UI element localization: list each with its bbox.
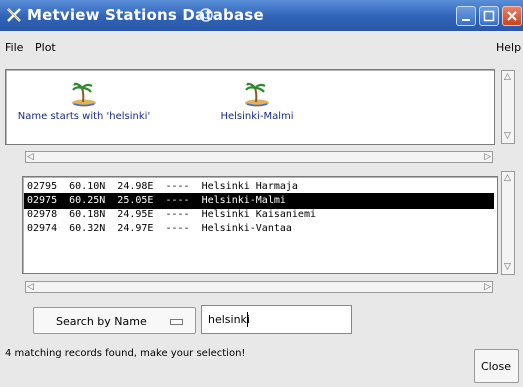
svg-text:~ ~: ~ ~ [245,83,255,89]
scroll-up-icon[interactable]: △ [504,174,511,183]
menu-help[interactable]: Help [496,41,521,54]
text-cursor [247,312,248,327]
swirl-icon [199,8,213,22]
station-row[interactable]: 02978 60.18N 24.95E ---- Helsinki Kaisan… [25,208,493,222]
minimize-icon [462,19,470,21]
menu-plot[interactable]: Plot [35,41,56,54]
scroll-up-icon[interactable]: △ [504,73,511,82]
svg-text:~ ~: ~ ~ [72,83,82,89]
search-mode-dropdown[interactable]: Search by Name [33,307,196,334]
scroll-down-icon[interactable]: ▽ [504,132,511,141]
station-icon-item[interactable]: ~ ~ Helsinki-Malmi [212,80,302,122]
menu-file[interactable]: File [5,41,23,54]
maximize-icon [483,10,495,22]
scroll-down-icon[interactable]: ▽ [504,263,511,272]
station-list-vscroll[interactable]: △ ▽ [501,171,515,275]
scroll-left-icon[interactable]: ◁ [27,283,34,292]
station-list-hscroll[interactable]: ◁ ▷ [25,281,493,293]
close-button[interactable]: Close [474,349,519,383]
scroll-right-icon[interactable]: ▷ [484,283,491,292]
close-icon [507,11,517,21]
station-row-selected[interactable]: 02975 60.25N 25.05E ---- Helsinki-Malmi [24,193,494,209]
search-mode-label: Search by Name [56,315,147,328]
island-icon: ~ ~ [72,82,96,107]
close-window-button[interactable] [502,6,522,26]
minimize-button[interactable] [456,6,476,26]
island-icon: ~ ~ [245,82,269,107]
scroll-left-icon[interactable]: ◁ [27,153,34,162]
station-list: 02795 60.10N 24.98E ---- Helsinki Harmaj… [24,180,494,236]
query-icon-panel: ~ ~ Name starts with 'helsinki' ~ ~ Hels… [5,69,495,145]
window-title: Metview Stations Database [27,6,264,24]
menu-bar: File Plot Help [0,31,523,63]
query-icon-label: Name starts with 'helsinki' [17,111,151,122]
maximize-button[interactable] [479,6,499,26]
option-menu-indicator-icon [170,319,183,325]
station-icon-label: Helsinki-Malmi [220,111,294,122]
query-icon-item[interactable]: ~ ~ Name starts with 'helsinki' [9,80,159,122]
status-message: 4 matching records found, make your sele… [5,348,246,359]
scroll-right-icon[interactable]: ▷ [484,153,491,162]
search-input-value: helsinki [208,313,250,326]
station-row[interactable]: 02974 60.32N 24.97E ---- Helsinki-Vantaa [25,222,493,236]
icon-panel-vscroll[interactable]: △ ▽ [501,70,515,144]
app-x-icon [7,8,21,22]
station-row[interactable]: 02795 60.10N 24.98E ---- Helsinki Harmaj… [25,180,493,194]
icon-panel-hscroll[interactable]: ◁ ▷ [25,151,493,163]
search-input[interactable]: helsinki [201,305,352,334]
close-button-label: Close [481,360,511,373]
title-bar[interactable]: Metview Stations Database [0,0,523,31]
